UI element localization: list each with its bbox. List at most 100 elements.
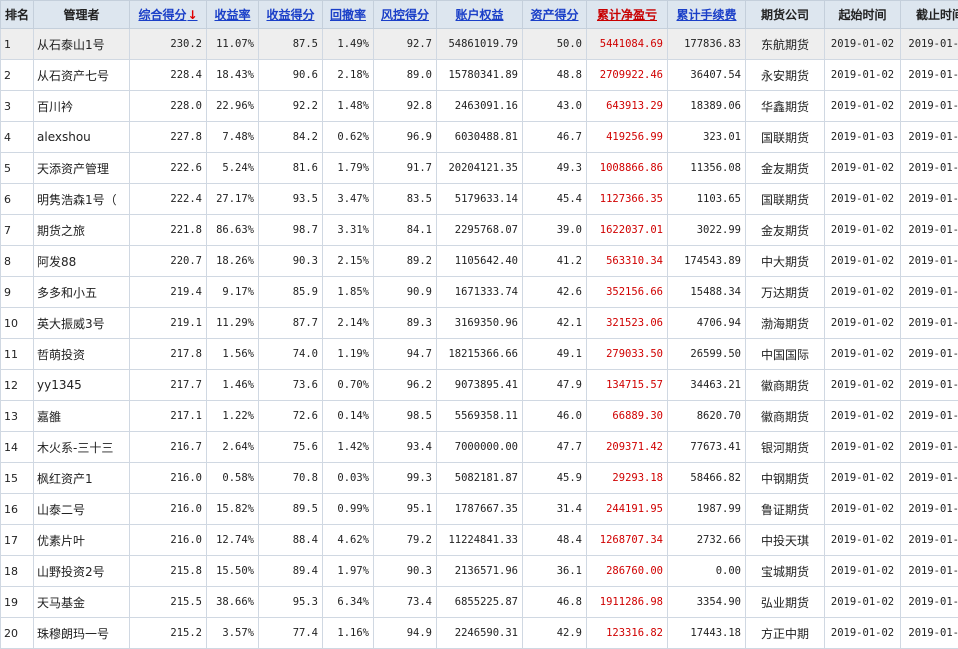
risk-score-cell: 89.2 (374, 246, 437, 277)
risk-score-cell: 93.4 (374, 432, 437, 463)
return-cell: 38.66% (207, 587, 259, 618)
broker-cell: 弘业期货 (746, 587, 825, 618)
table-row[interactable]: 17优素片叶216.012.74%88.44.62%79.211224841.3… (1, 525, 958, 556)
header-asset-score[interactable]: 资产得分 (523, 1, 587, 29)
asset-score-cell: 39.0 (523, 215, 587, 246)
rank-cell: 3 (1, 91, 34, 122)
return-score-cell: 87.5 (259, 29, 323, 60)
broker-cell: 中大期货 (746, 246, 825, 277)
risk-score-cell: 90.9 (374, 277, 437, 308)
header-drawdown[interactable]: 回撤率 (323, 1, 374, 29)
risk-score-cell: 96.2 (374, 370, 437, 401)
start-date-cell: 2019-01-02 (825, 556, 901, 587)
return-cell: 2.64% (207, 432, 259, 463)
score-cell: 219.1 (130, 308, 207, 339)
asset-score-cell: 50.0 (523, 29, 587, 60)
header-net-profit[interactable]: 累计净盈亏 (587, 1, 668, 29)
risk-score-cell: 99.3 (374, 463, 437, 494)
score-cell: 228.0 (130, 91, 207, 122)
table-row[interactable]: 1从石泰山1号230.211.07%87.51.49%92.754861019.… (1, 29, 958, 60)
header-equity[interactable]: 账户权益 (437, 1, 523, 29)
rank-cell: 16 (1, 494, 34, 525)
score-cell: 222.6 (130, 153, 207, 184)
asset-score-cell: 42.9 (523, 618, 587, 649)
table-row[interactable]: 19天马基金215.538.66%95.36.34%73.46855225.87… (1, 587, 958, 618)
table-row[interactable]: 18山野投资2号215.815.50%89.41.97%90.32136571.… (1, 556, 958, 587)
table-row[interactable]: 5天添资产管理222.65.24%81.61.79%91.720204121.3… (1, 153, 958, 184)
score-cell: 215.8 (130, 556, 207, 587)
header-return-score[interactable]: 收益得分 (259, 1, 323, 29)
table-row[interactable]: 8阿发88220.718.26%90.32.15%89.21105642.404… (1, 246, 958, 277)
end-date-cell: 2019-01-28 (901, 556, 958, 587)
table-row[interactable]: 12yy1345217.71.46%73.60.70%96.29073895.4… (1, 370, 958, 401)
equity-cell: 54861019.79 (437, 29, 523, 60)
manager-cell: 天添资产管理 (34, 153, 130, 184)
risk-score-cell: 91.7 (374, 153, 437, 184)
net-profit-cell: 123316.82 (587, 618, 668, 649)
rank-cell: 9 (1, 277, 34, 308)
header-score[interactable]: 综合得分↓ (130, 1, 207, 29)
table-row[interactable]: 11哲萌投资217.81.56%74.01.19%94.718215366.66… (1, 339, 958, 370)
equity-cell: 5082181.87 (437, 463, 523, 494)
equity-cell: 5179633.14 (437, 184, 523, 215)
table-row[interactable]: 16山泰二号216.015.82%89.50.99%95.11787667.35… (1, 494, 958, 525)
rank-cell: 8 (1, 246, 34, 277)
net-profit-cell: 1911286.98 (587, 587, 668, 618)
return-score-cell: 84.2 (259, 122, 323, 153)
return-score-cell: 81.6 (259, 153, 323, 184)
broker-cell: 中钢期货 (746, 463, 825, 494)
rank-cell: 10 (1, 308, 34, 339)
start-date-cell: 2019-01-02 (825, 91, 901, 122)
table-row[interactable]: 4alexshou227.87.48%84.20.62%96.96030488.… (1, 122, 958, 153)
asset-score-cell: 47.9 (523, 370, 587, 401)
header-broker: 期货公司 (746, 1, 825, 29)
header-fees[interactable]: 累计手续费 (668, 1, 746, 29)
return-score-cell: 85.9 (259, 277, 323, 308)
drawdown-cell: 0.99% (323, 494, 374, 525)
asset-score-cell: 42.6 (523, 277, 587, 308)
risk-score-cell: 96.9 (374, 122, 437, 153)
fees-cell: 11356.08 (668, 153, 746, 184)
net-profit-cell: 1268707.34 (587, 525, 668, 556)
broker-cell: 国联期货 (746, 122, 825, 153)
start-date-cell: 2019-01-02 (825, 339, 901, 370)
return-score-cell: 98.7 (259, 215, 323, 246)
return-cell: 12.74% (207, 525, 259, 556)
table-row[interactable]: 15枫红资产1216.00.58%70.80.03%99.35082181.87… (1, 463, 958, 494)
net-profit-cell: 1127366.35 (587, 184, 668, 215)
equity-cell: 15780341.89 (437, 60, 523, 91)
score-cell: 217.8 (130, 339, 207, 370)
asset-score-cell: 43.0 (523, 91, 587, 122)
table-row[interactable]: 2从石资产七号228.418.43%90.62.18%89.015780341.… (1, 60, 958, 91)
fees-cell: 34463.21 (668, 370, 746, 401)
header-return[interactable]: 收益率 (207, 1, 259, 29)
equity-cell: 2246590.31 (437, 618, 523, 649)
table-row[interactable]: 3百川衿228.022.96%92.21.48%92.82463091.1643… (1, 91, 958, 122)
table-row[interactable]: 10英大振威3号219.111.29%87.72.14%89.33169350.… (1, 308, 958, 339)
return-cell: 11.29% (207, 308, 259, 339)
header-risk-score[interactable]: 风控得分 (374, 1, 437, 29)
return-score-cell: 92.2 (259, 91, 323, 122)
table-row[interactable]: 13嘉雒217.11.22%72.60.14%98.55569358.1146.… (1, 401, 958, 432)
broker-cell: 宝城期货 (746, 556, 825, 587)
manager-cell: 珠穆朗玛一号 (34, 618, 130, 649)
return-score-cell: 70.8 (259, 463, 323, 494)
return-cell: 7.48% (207, 122, 259, 153)
asset-score-cell: 49.3 (523, 153, 587, 184)
equity-cell: 6030488.81 (437, 122, 523, 153)
manager-cell: 木火系-三十三 (34, 432, 130, 463)
end-date-cell: 2019-01-28 (901, 463, 958, 494)
table-row[interactable]: 6明隽浩森1号（222.427.17%93.53.47%83.55179633.… (1, 184, 958, 215)
start-date-cell: 2019-01-03 (825, 122, 901, 153)
table-row[interactable]: 7期货之旅221.886.63%98.73.31%84.12295768.073… (1, 215, 958, 246)
table-row[interactable]: 20珠穆朗玛一号215.23.57%77.41.16%94.92246590.3… (1, 618, 958, 649)
return-score-cell: 88.4 (259, 525, 323, 556)
table-body: 1从石泰山1号230.211.07%87.51.49%92.754861019.… (1, 29, 958, 649)
rank-cell: 18 (1, 556, 34, 587)
net-profit-cell: 352156.66 (587, 277, 668, 308)
drawdown-cell: 3.47% (323, 184, 374, 215)
table-row[interactable]: 9多多和小五219.49.17%85.91.85%90.91671333.744… (1, 277, 958, 308)
end-date-cell: 2019-01-28 (901, 29, 958, 60)
drawdown-cell: 1.85% (323, 277, 374, 308)
table-row[interactable]: 14木火系-三十三216.72.64%75.61.42%93.47000000.… (1, 432, 958, 463)
